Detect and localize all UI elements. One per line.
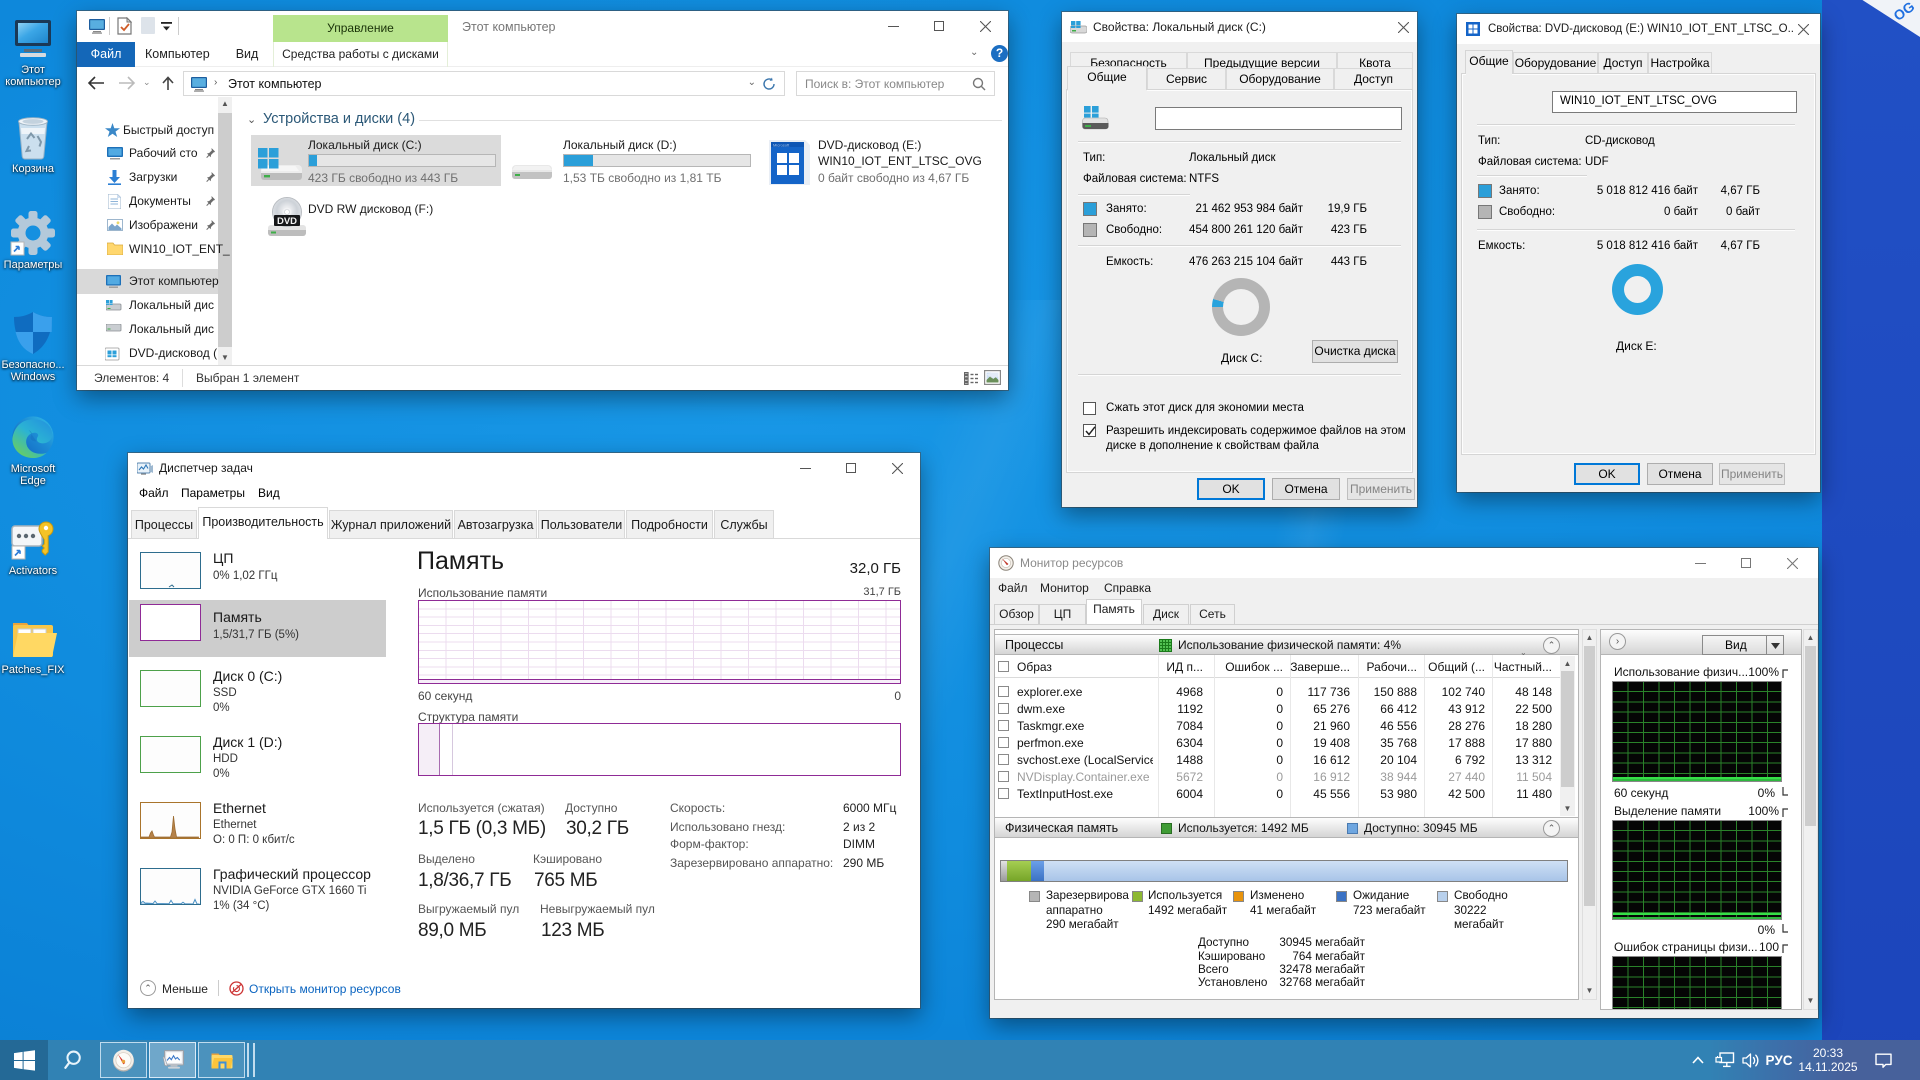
- svg-text:DVD: DVD: [277, 216, 297, 227]
- svg-text:Microsoft: Microsoft: [773, 143, 790, 148]
